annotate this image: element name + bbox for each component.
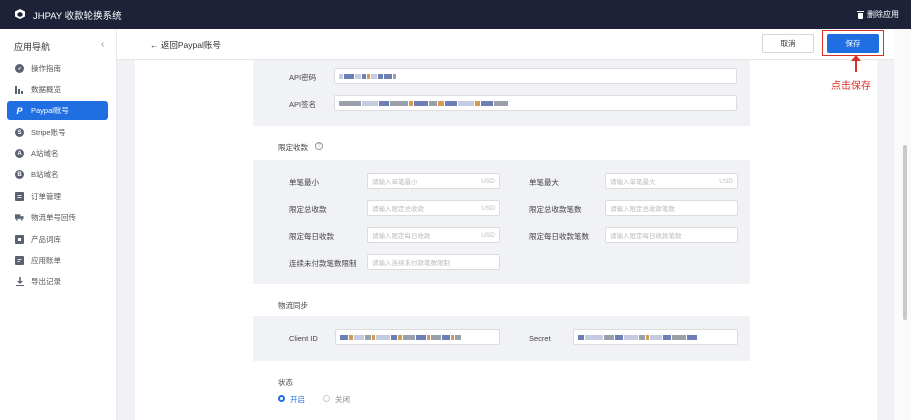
currency-suffix: USD — [481, 231, 495, 239]
sidebar: 应用导航 ‹ 操作指南 数据概览 P Paypal账号 S Stripe账号 A… — [0, 29, 117, 420]
logistics-panel: Client ID Secret — [253, 316, 750, 361]
daily-input[interactable]: 请输入限定每日收款 USD — [367, 227, 500, 243]
total-count-label: 限定总收款笔数 — [529, 205, 582, 214]
annotation-arrow-shaft — [855, 58, 857, 72]
daily-placeholder: 请输入限定每日收款 — [372, 233, 431, 240]
sidebar-item-product-words[interactable]: 产品词库 — [7, 230, 108, 249]
sidebar-item-label: 订单管理 — [31, 192, 61, 201]
delete-app-button[interactable]: 删除应用 — [857, 9, 899, 20]
back-link[interactable]: ← 返回Paypal账号 — [150, 39, 221, 51]
sidebar-item-label: 物流单号回传 — [31, 213, 76, 222]
sidebar-item-overview[interactable]: 数据概览 — [7, 80, 108, 99]
daily-count-placeholder: 请输入限定每日收款笔数 — [610, 233, 682, 240]
unpaid-limit-input[interactable]: 请输入连续未付款笔数限制 — [367, 254, 500, 270]
redacted-value — [339, 96, 508, 110]
secret-label: Secret — [529, 334, 551, 343]
delete-app-label: 删除应用 — [867, 10, 899, 19]
sidebar-item-guide[interactable]: 操作指南 — [7, 59, 108, 78]
main-content: API密码 API签名 限定收款 ? 单笔最小 请输入单笔最小 USD 单笔最大… — [135, 60, 877, 420]
stripe-icon: S — [15, 128, 24, 137]
currency-suffix: USD — [481, 177, 495, 185]
total-count-placeholder: 请输入限定总收款笔数 — [610, 206, 675, 213]
limits-panel: 单笔最小 请输入单笔最小 USD 单笔最大 请输入单笔最大 USD 限定总收款 … — [253, 160, 750, 284]
client-id-label: Client ID — [289, 334, 318, 343]
total-label: 限定总收款 — [289, 205, 327, 214]
status-off-radio[interactable] — [323, 395, 330, 402]
total-placeholder: 请输入限定总收款 — [372, 206, 424, 213]
b-site-icon: B — [15, 170, 24, 179]
book-icon — [15, 235, 24, 244]
bill-icon — [15, 256, 24, 265]
total-input[interactable]: 请输入限定总收款 USD — [367, 200, 500, 216]
sidebar-item-label: 应用账单 — [31, 256, 61, 265]
sidebar-item-label: 导出记录 — [31, 277, 61, 286]
truck-icon — [15, 213, 24, 222]
logistics-section-label: 物流同步 — [278, 301, 308, 310]
min-placeholder: 请输入单笔最小 — [372, 179, 418, 186]
api-signature-label: API签名 — [289, 100, 317, 109]
collapse-sidebar-icon[interactable]: ‹ — [101, 39, 104, 50]
max-label: 单笔最大 — [529, 178, 559, 187]
status-on-label[interactable]: 开启 — [290, 394, 305, 405]
app-logo-icon — [15, 9, 25, 19]
status-on-radio[interactable] — [278, 395, 285, 402]
secret-input[interactable] — [573, 329, 738, 345]
sidebar-item-paypal[interactable]: P Paypal账号 — [7, 101, 108, 120]
top-bar: JHPAY 收款轮换系统 删除应用 — [0, 0, 911, 29]
sidebar-item-orders[interactable]: 订单管理 — [7, 187, 108, 206]
sidebar-item-label: B站域名 — [31, 170, 59, 179]
app-title: JHPAY 收款轮换系统 — [33, 11, 122, 22]
daily-count-label: 限定每日收款笔数 — [529, 232, 589, 241]
sidebar-item-label: A站域名 — [31, 149, 59, 158]
compass-icon — [15, 64, 24, 73]
sidebar-item-label: 数据概览 — [31, 85, 61, 94]
status-label: 状态 — [278, 378, 293, 387]
sidebar-title: 应用导航 — [14, 42, 51, 52]
sidebar-item-bills[interactable]: 应用账单 — [7, 251, 108, 270]
max-placeholder: 请输入单笔最大 — [610, 179, 656, 186]
currency-suffix: USD — [719, 177, 733, 185]
sidebar-item-label: 操作指南 — [31, 64, 61, 73]
sidebar-item-logistics[interactable]: 物流单号回传 — [7, 208, 108, 227]
client-id-input[interactable] — [335, 329, 500, 345]
api-password-input[interactable] — [334, 68, 737, 84]
daily-count-input[interactable]: 请输入限定每日收款笔数 — [605, 227, 738, 243]
max-input[interactable]: 请输入单笔最大 USD — [605, 173, 738, 189]
sidebar-item-label: 产品词库 — [31, 235, 61, 244]
save-button[interactable]: 保存 — [827, 34, 879, 53]
min-label: 单笔最小 — [289, 178, 319, 187]
total-count-input[interactable]: 请输入限定总收款笔数 — [605, 200, 738, 216]
page-header: ← 返回Paypal账号 取消 保存 — [117, 29, 894, 60]
sidebar-item-a-domain[interactable]: A A站域名 — [7, 144, 108, 163]
sidebar-item-label: Paypal账号 — [31, 106, 69, 115]
redacted-value — [339, 69, 396, 83]
a-site-icon: A — [15, 149, 24, 158]
unpaid-limit-label: 连续未付款笔数限制 — [289, 259, 357, 268]
sidebar-item-b-domain[interactable]: B B站域名 — [7, 165, 108, 184]
unpaid-limit-placeholder: 请输入连续未付款笔数限制 — [372, 260, 450, 267]
api-panel: API密码 API签名 — [253, 60, 750, 126]
redacted-value — [578, 330, 697, 344]
min-input[interactable]: 请输入单笔最小 USD — [367, 173, 500, 189]
sidebar-item-export[interactable]: 导出记录 — [7, 272, 108, 291]
annotation-text: 点击保存 — [831, 81, 871, 92]
question-circle-icon[interactable]: ? — [315, 142, 323, 150]
trash-icon — [857, 10, 864, 19]
scrollbar-thumb[interactable] — [903, 145, 907, 320]
order-icon — [15, 192, 24, 201]
api-signature-input[interactable] — [334, 95, 737, 111]
sidebar-item-label: Stripe账号 — [31, 128, 66, 137]
limits-section-label: 限定收款 — [278, 143, 308, 152]
sidebar-item-stripe[interactable]: S Stripe账号 — [7, 123, 108, 142]
redacted-value — [340, 330, 461, 344]
currency-suffix: USD — [481, 204, 495, 212]
bar-chart-icon — [15, 85, 24, 94]
status-off-label[interactable]: 关闭 — [335, 394, 350, 405]
download-icon — [15, 277, 24, 286]
paypal-icon: P — [16, 105, 23, 116]
api-password-label: API密码 — [289, 73, 317, 82]
daily-label: 限定每日收款 — [289, 232, 334, 241]
cancel-button[interactable]: 取消 — [762, 34, 814, 53]
